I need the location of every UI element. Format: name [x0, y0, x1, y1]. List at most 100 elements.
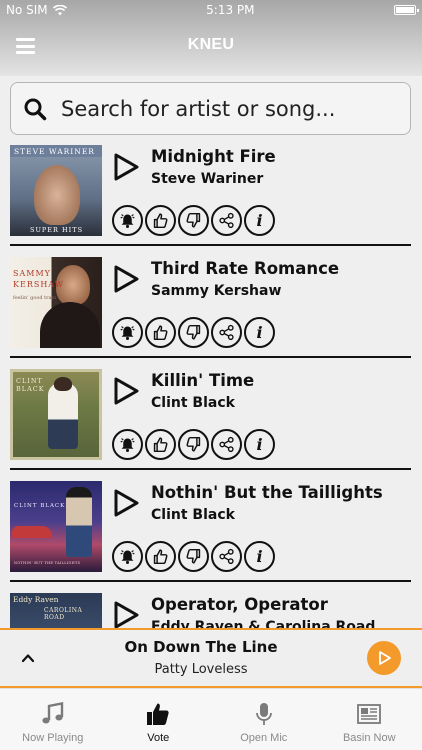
info-icon: i	[256, 435, 263, 454]
song-list: STEVE WARINER SUPER HITS Midnight Fire S…	[0, 142, 422, 628]
divider	[10, 356, 411, 358]
song-artist: Steve Wariner	[151, 171, 264, 187]
song-artist: Clint Black	[151, 395, 235, 411]
thumbs-up-icon	[153, 325, 168, 341]
carrier-label: No SIM	[6, 3, 48, 17]
cover-text: SAMMY	[13, 269, 51, 278]
thumbs-up-icon	[147, 703, 169, 725]
clock: 5:13 PM	[206, 3, 255, 17]
thumbs-down-icon	[186, 548, 201, 564]
like-button[interactable]	[145, 541, 176, 572]
like-button[interactable]	[145, 205, 176, 236]
alert-button[interactable]	[112, 429, 143, 460]
info-button[interactable]: i	[244, 541, 275, 572]
album-cover: CLINT BLACK NOTHIN' BUT THE TAILLIGHTS	[10, 481, 102, 572]
share-button[interactable]	[211, 205, 242, 236]
dislike-button[interactable]	[178, 317, 209, 348]
song-artist: Clint Black	[151, 507, 235, 523]
list-item: CLINT BLACK NOTHIN' BUT THE TAILLIGHTS N…	[0, 478, 422, 590]
cover-text: STEVE WARINER	[14, 147, 95, 156]
album-cover: SAMMY KERSHAW feelin' good train	[10, 257, 102, 348]
info-button[interactable]: i	[244, 317, 275, 348]
cover-text: CLINT	[16, 377, 43, 385]
thumbs-up-icon	[153, 213, 168, 229]
song-title: Third Rate Romance	[151, 259, 340, 278]
search-input[interactable]	[61, 96, 401, 121]
play-icon[interactable]	[111, 264, 141, 294]
play-icon[interactable]	[111, 376, 141, 406]
alarm-bell-icon	[120, 326, 135, 340]
song-title: Operator, Operator	[151, 595, 328, 614]
alarm-bell-icon	[120, 550, 135, 564]
share-icon	[219, 436, 234, 453]
alert-button[interactable]	[112, 541, 143, 572]
share-icon	[219, 324, 234, 341]
mini-play-button[interactable]	[367, 641, 401, 675]
album-cover: STEVE WARINER SUPER HITS	[10, 145, 102, 236]
thumbs-down-icon	[186, 324, 201, 340]
info-icon: i	[256, 547, 263, 566]
newspaper-icon	[357, 704, 382, 724]
cover-text: BLACK	[16, 385, 45, 393]
list-item: Eddy Raven CAROLINA ROAD Operator, Opera…	[0, 590, 422, 628]
share-button[interactable]	[211, 317, 242, 348]
list-item: STEVE WARINER SUPER HITS Midnight Fire S…	[0, 142, 422, 254]
divider	[10, 244, 411, 246]
song-title: Nothin' But the Taillights	[151, 483, 383, 502]
now-playing-title: On Down The Line	[124, 638, 278, 656]
share-icon	[219, 548, 234, 565]
status-bar: No SIM 5:13 PM	[0, 0, 422, 20]
info-button[interactable]: i	[244, 429, 275, 460]
alert-button[interactable]	[112, 317, 143, 348]
tab-vote[interactable]: Vote	[106, 689, 212, 750]
share-icon	[219, 212, 234, 229]
info-icon: i	[256, 211, 263, 230]
tab-now-playing[interactable]: Now Playing	[0, 689, 106, 750]
play-icon[interactable]	[111, 152, 141, 182]
album-cover: CLINT BLACK	[10, 369, 102, 460]
alert-button[interactable]	[112, 205, 143, 236]
share-button[interactable]	[211, 429, 242, 460]
search-icon	[24, 98, 47, 120]
cover-text: CAROLINA ROAD	[44, 607, 83, 621]
song-artist: Sammy Kershaw	[151, 283, 282, 299]
alarm-bell-icon	[120, 214, 135, 228]
cover-text: feelin' good train	[13, 295, 57, 301]
tab-label: Basin Now	[342, 732, 396, 744]
cover-text: CLINT BLACK	[14, 503, 66, 509]
mini-player[interactable]: On Down The Line Patty Loveless	[0, 628, 422, 688]
microphone-icon	[255, 703, 272, 725]
app-header: No SIM 5:13 PM KNEU	[0, 0, 422, 76]
tab-open-mic[interactable]: Open Mic	[211, 689, 317, 750]
alarm-bell-icon	[120, 438, 135, 452]
like-button[interactable]	[145, 317, 176, 348]
wifi-icon	[52, 4, 67, 15]
play-icon	[379, 651, 391, 665]
tab-label: Open Mic	[240, 732, 288, 744]
cover-text: NOTHIN' BUT THE TAILLIGHTS	[14, 561, 81, 565]
info-button[interactable]: i	[244, 205, 275, 236]
divider	[10, 468, 411, 470]
tab-basin-now[interactable]: Basin Now	[317, 689, 422, 750]
battery-icon	[393, 5, 419, 15]
list-item: SAMMY KERSHAW feelin' good train Third R…	[0, 254, 422, 366]
album-cover: Eddy Raven CAROLINA ROAD	[10, 593, 102, 628]
list-item: CLINT BLACK Killin' Time Clint Black i	[0, 366, 422, 478]
search-bar[interactable]	[10, 82, 411, 135]
dislike-button[interactable]	[178, 429, 209, 460]
dislike-button[interactable]	[178, 541, 209, 572]
divider	[10, 580, 411, 582]
play-icon[interactable]	[111, 600, 141, 628]
tab-label: Now Playing	[22, 732, 84, 744]
thumbs-up-icon	[153, 549, 168, 565]
now-playing-artist: Patty Loveless	[154, 662, 248, 677]
play-icon[interactable]	[111, 488, 141, 518]
like-button[interactable]	[145, 429, 176, 460]
dislike-button[interactable]	[178, 205, 209, 236]
song-artist: Eddy Raven & Carolina Road	[151, 619, 376, 628]
info-icon: i	[256, 323, 263, 342]
tab-bar: Now Playing Vote Open Mic Basin Now	[0, 688, 422, 750]
song-title: Midnight Fire	[151, 147, 276, 166]
thumbs-down-icon	[186, 212, 201, 228]
share-button[interactable]	[211, 541, 242, 572]
